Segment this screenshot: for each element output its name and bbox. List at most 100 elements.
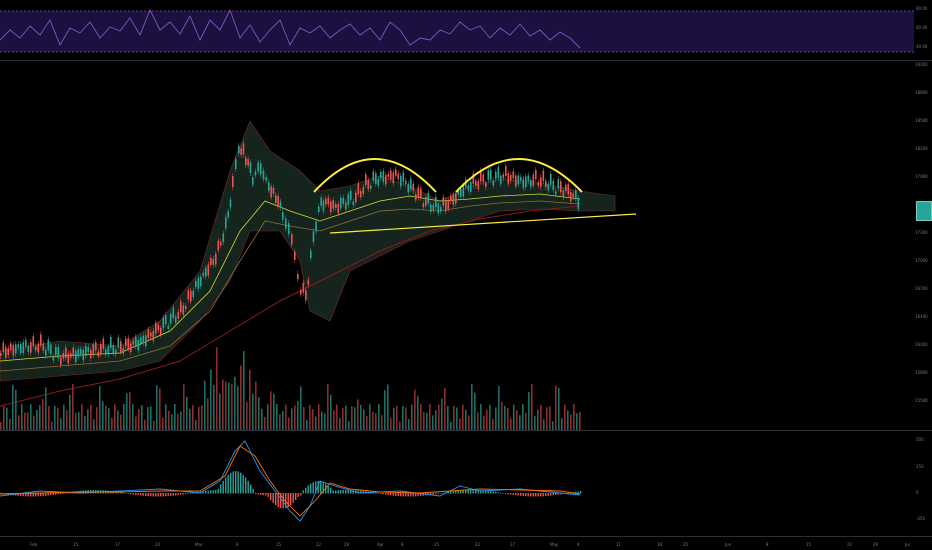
volume-bar — [195, 420, 197, 430]
macd-hist-bar — [377, 493, 379, 494]
candle-body — [167, 325, 170, 330]
volume-bar — [576, 413, 578, 430]
candle-body — [437, 203, 440, 214]
date-label: May — [550, 542, 559, 547]
volume-bar — [159, 388, 161, 430]
macd-hist-bar — [395, 493, 397, 496]
candle-body — [497, 167, 500, 179]
candle-body — [570, 192, 572, 202]
candle-body — [247, 159, 249, 166]
macd-hist-bar — [432, 493, 434, 495]
volume-bar — [327, 384, 329, 430]
volume-bar — [459, 418, 461, 430]
candle-body — [238, 146, 240, 154]
macd-hist-bar — [405, 493, 407, 497]
macd-hist-bar — [140, 493, 142, 496]
candle-body — [40, 334, 42, 346]
macd-hist-bar — [150, 493, 152, 497]
candle-body — [115, 349, 117, 355]
volume-bar — [117, 410, 119, 430]
volume-bar — [465, 409, 467, 430]
volume-bar — [399, 421, 401, 430]
volume-bar — [24, 412, 26, 430]
macd-hist-bar — [247, 480, 249, 494]
candle-body — [325, 198, 327, 205]
price-pane[interactable] — [0, 61, 914, 430]
candle-body — [212, 258, 215, 265]
candle-body — [367, 179, 370, 190]
candle-body — [422, 203, 425, 208]
volume-bar — [504, 405, 506, 430]
time-axis[interactable]: Feb 15 17 24 Mar 8 15 22 29 Apr 8 15 22 27 May 4 11 18 25 J… — [0, 537, 932, 550]
volume-bar — [240, 365, 242, 430]
macd-pane[interactable] — [0, 431, 914, 536]
volume-bar — [387, 384, 389, 430]
date-label: 22 — [475, 542, 481, 547]
macd-hist-bar — [270, 493, 272, 501]
macd-hist-bar — [457, 490, 459, 494]
macd-hist-bar — [512, 493, 514, 495]
macd-hist-bar — [137, 493, 139, 496]
candle-body — [450, 195, 452, 202]
candle-body — [512, 171, 515, 179]
date-label: 4 — [577, 542, 580, 547]
volume-bar — [498, 386, 500, 430]
candle-body — [85, 345, 87, 356]
volume-bar — [249, 369, 251, 430]
volume-bar — [534, 415, 536, 430]
date-label: 22 — [847, 542, 853, 547]
candle-body — [15, 344, 17, 354]
macd-hist-bar — [135, 493, 137, 495]
volume-bar — [198, 406, 200, 430]
macd-hist-bar — [132, 493, 134, 495]
candle-body — [177, 311, 180, 319]
macd-hist-bar — [130, 493, 132, 495]
macd-hist-bar — [577, 491, 579, 494]
volume-bar — [144, 419, 146, 430]
macd-hist-bar — [47, 493, 49, 496]
volume-bar — [54, 405, 56, 430]
date-label: 15 — [806, 542, 812, 547]
candle-body — [47, 339, 50, 351]
candle-body — [545, 180, 547, 188]
volume-bar — [228, 382, 230, 430]
macd-hist-bar — [50, 493, 52, 496]
candle-body — [0, 353, 2, 356]
rsi-pane[interactable] — [0, 0, 914, 60]
rsi-tick: 60.00 — [916, 25, 928, 30]
volume-bar — [306, 419, 308, 430]
candle-body — [500, 175, 502, 184]
macd-hist-bar — [252, 488, 254, 494]
candle-body — [537, 182, 540, 186]
candle-body — [135, 336, 137, 347]
candle-body — [447, 201, 450, 209]
macd-tick: -250 — [916, 516, 926, 521]
macd-hist-bar — [397, 493, 399, 497]
candle-body — [552, 180, 555, 191]
candle-body — [110, 337, 112, 349]
candle-body — [182, 305, 185, 315]
candle-body — [125, 338, 127, 347]
volume-bar — [369, 404, 371, 430]
price-axis[interactable]: 1910018800185001820017900176001730017000… — [914, 61, 932, 430]
candle-body — [92, 344, 95, 356]
macd-hist-bar — [300, 493, 302, 496]
volume-bar — [480, 404, 482, 430]
volume-bar — [432, 415, 434, 430]
candle-body — [27, 345, 30, 352]
candle-body — [542, 170, 545, 182]
macd-hist-bar — [347, 490, 349, 494]
candle-body — [510, 175, 512, 181]
macd-hist-bar — [385, 493, 387, 495]
volume-bar — [69, 395, 71, 430]
volume-bar — [285, 404, 287, 430]
volume-bar — [6, 407, 8, 430]
candle-body — [557, 179, 560, 189]
macd-hist-bar — [45, 493, 47, 496]
volume-bar — [75, 412, 77, 430]
volume-bar — [555, 385, 557, 430]
volume-bar — [237, 386, 239, 430]
volume-bar — [336, 404, 338, 430]
candle-body — [22, 341, 25, 353]
candle-body — [197, 278, 200, 289]
